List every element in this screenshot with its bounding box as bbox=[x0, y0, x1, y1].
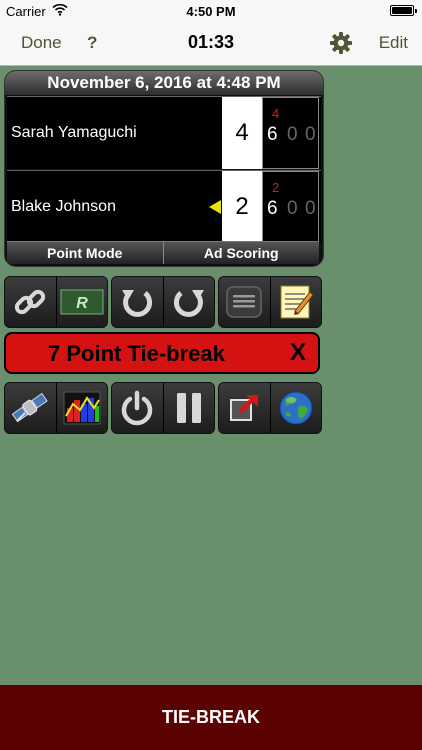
redo-icon[interactable] bbox=[162, 277, 214, 327]
set-2-score: 0 bbox=[287, 198, 298, 219]
keyboard-icon[interactable] bbox=[219, 277, 270, 327]
point-mode-button[interactable]: Point Mode bbox=[7, 241, 163, 264]
stats-chart-icon[interactable] bbox=[55, 383, 107, 433]
data-group bbox=[4, 382, 108, 434]
player-name: Blake Johnson bbox=[11, 198, 116, 215]
share-icon[interactable] bbox=[219, 383, 270, 433]
tiebreak-bar[interactable]: 7 Point Tie-break X bbox=[4, 332, 320, 374]
navigation-bar: Done ? 01:33 Edit bbox=[0, 22, 422, 66]
set-1-score: 6 bbox=[267, 124, 278, 145]
game-score: 4 bbox=[222, 97, 262, 169]
game-score: 2 bbox=[222, 171, 262, 243]
bottom-action-bar[interactable]: TIE-BREAK bbox=[0, 685, 422, 750]
player-name: Sarah Yamaguchi bbox=[11, 124, 137, 141]
status-time: 4:50 PM bbox=[186, 4, 236, 19]
set-scores: 2 6 0 0 bbox=[262, 171, 319, 243]
power-icon[interactable] bbox=[112, 383, 163, 433]
match-clock-wrap: 01:33 bbox=[0, 32, 422, 53]
battery-icon bbox=[390, 5, 417, 16]
link-chain-icon[interactable] bbox=[5, 277, 56, 327]
close-icon[interactable]: X bbox=[290, 339, 306, 367]
scoreboard-footer: Point Mode Ad Scoring bbox=[7, 241, 319, 264]
globe-icon[interactable] bbox=[269, 383, 321, 433]
tiebreak-score: 4 bbox=[272, 106, 280, 121]
player-row-1[interactable]: Sarah Yamaguchi 4 4 6 0 0 bbox=[7, 96, 321, 169]
share-group bbox=[218, 382, 322, 434]
session-group bbox=[111, 382, 215, 434]
notes-icon[interactable] bbox=[269, 277, 321, 327]
help-button[interactable]: ? bbox=[87, 33, 97, 53]
bottom-action-label: TIE-BREAK bbox=[162, 707, 260, 727]
set-3-score: 0 bbox=[305, 124, 316, 145]
set-2-score: 0 bbox=[287, 124, 298, 145]
set-3-score: 0 bbox=[305, 198, 316, 219]
player-row-2[interactable]: Blake Johnson 2 2 6 0 0 bbox=[7, 170, 321, 243]
satellite-icon[interactable] bbox=[5, 383, 56, 433]
done-button[interactable]: Done bbox=[21, 33, 62, 53]
tiebreak-label: 7 Point Tie-break bbox=[48, 341, 225, 366]
set-1-score: 6 bbox=[267, 198, 278, 219]
edit-button[interactable]: Edit bbox=[379, 33, 408, 53]
gear-icon[interactable] bbox=[330, 32, 352, 54]
status-bar: Carrier 4:50 PM bbox=[0, 0, 422, 22]
r-ratchet-icon[interactable]: R bbox=[55, 277, 107, 327]
undo-icon[interactable] bbox=[112, 277, 163, 327]
match-clock: 01:33 bbox=[187, 32, 235, 52]
scoreboard: November 6, 2016 at 4:48 PM Sarah Yamagu… bbox=[4, 70, 324, 267]
input-group bbox=[218, 276, 322, 328]
pause-icon[interactable] bbox=[162, 383, 214, 433]
match-datetime: November 6, 2016 at 4:48 PM bbox=[5, 71, 323, 95]
set-scores: 4 6 0 0 bbox=[262, 97, 319, 169]
ad-scoring-button[interactable]: Ad Scoring bbox=[162, 241, 319, 264]
serve-indicator-icon bbox=[209, 200, 221, 214]
tiebreak-score: 2 bbox=[272, 180, 280, 195]
undo-redo-group bbox=[111, 276, 215, 328]
r-ratchet-text: R bbox=[76, 295, 88, 312]
link-group: R bbox=[4, 276, 108, 328]
